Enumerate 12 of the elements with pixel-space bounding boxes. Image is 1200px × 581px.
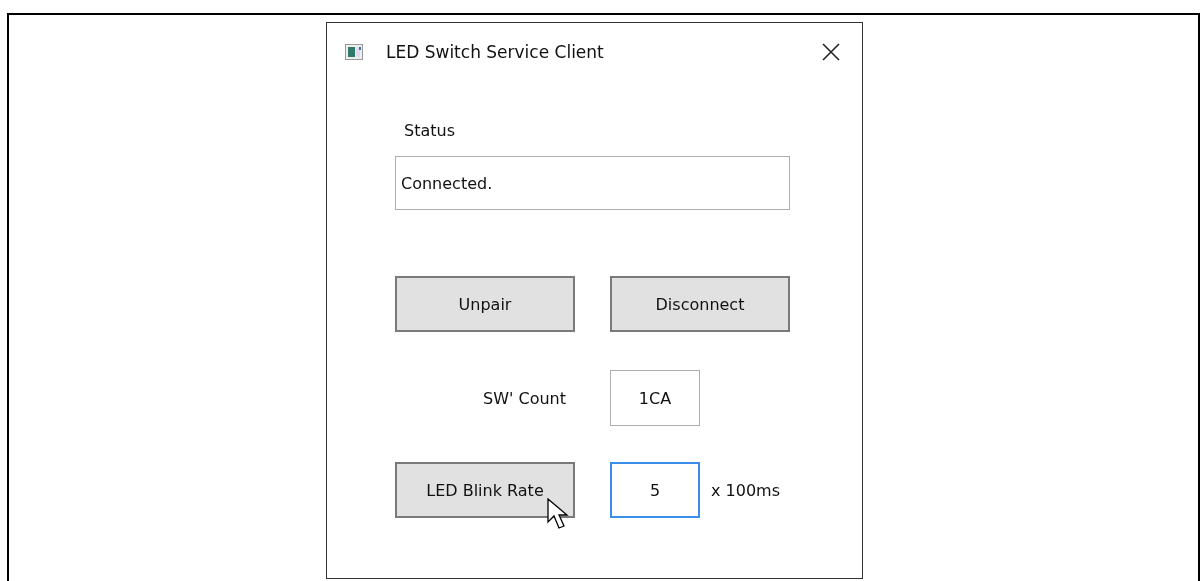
status-label: Status (404, 121, 455, 140)
window-title: LED Switch Service Client (386, 42, 605, 62)
status-field: Connected. (395, 156, 790, 210)
action-button[interactable]: Unpair (395, 276, 575, 332)
action-button[interactable]: Disconnect (610, 276, 790, 332)
blink-rate-button[interactable]: LED Blink Rate (395, 462, 575, 518)
app-icon (345, 44, 363, 60)
unit-label: x 100ms (711, 480, 780, 500)
count-label: SW' Count (482, 388, 566, 408)
value-field[interactable]: 5 (610, 462, 700, 518)
close-icon[interactable] (822, 43, 840, 61)
value-field[interactable]: 1CA (610, 370, 700, 426)
